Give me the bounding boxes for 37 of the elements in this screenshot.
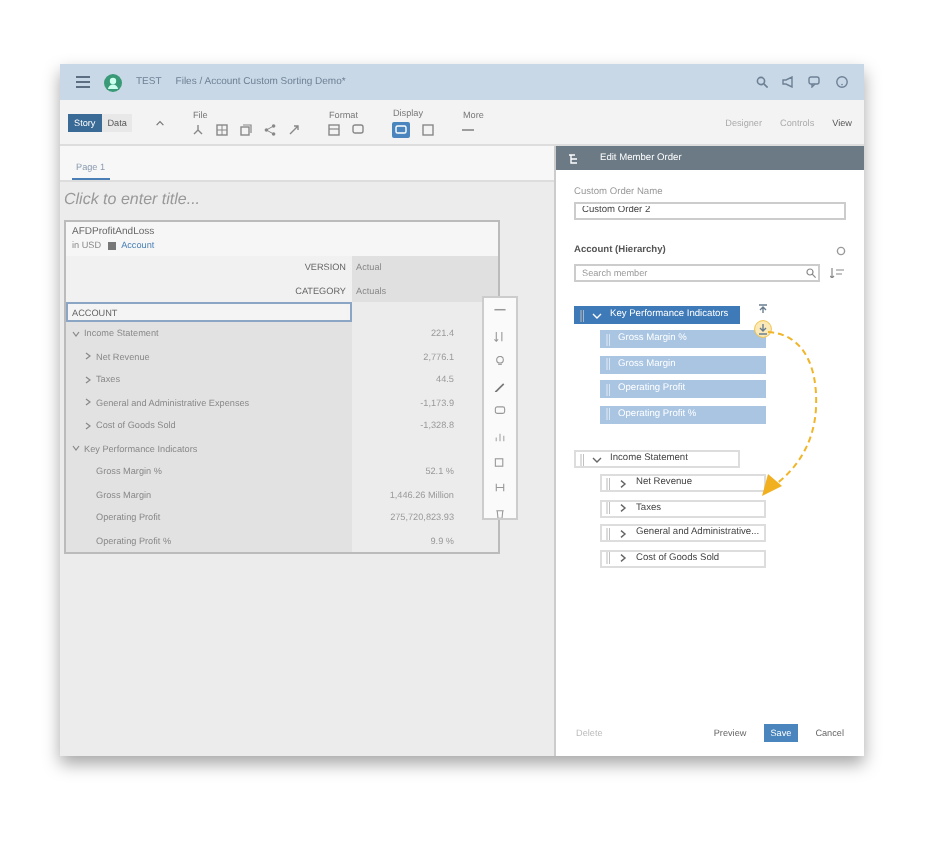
chevron-right-icon[interactable]: [84, 398, 92, 407]
copy-icon[interactable]: [240, 123, 253, 135]
collapse-icon[interactable]: [156, 119, 165, 125]
chevron-right-icon[interactable]: [618, 479, 628, 487]
search-icon[interactable]: [756, 76, 768, 88]
expand-icon[interactable]: [288, 123, 301, 135]
copy-icon[interactable]: [494, 456, 506, 468]
chevron-down-icon[interactable]: [72, 444, 80, 453]
menu-icon[interactable]: [76, 76, 90, 88]
move-top-icon[interactable]: [758, 304, 768, 314]
sort-icon[interactable]: [494, 331, 506, 343]
move-down-icon[interactable]: [754, 320, 772, 338]
grid-icon[interactable]: [216, 123, 229, 135]
bulb-icon[interactable]: [494, 356, 506, 368]
megaphone-icon[interactable]: [782, 76, 794, 88]
pencil-icon[interactable]: [494, 381, 506, 393]
share-icon[interactable]: [264, 123, 277, 135]
help-icon[interactable]: [836, 76, 848, 88]
chevron-right-icon[interactable]: [618, 554, 628, 562]
chevron-right-icon[interactable]: [84, 421, 92, 430]
chevron-right-icon[interactable]: [618, 529, 628, 537]
sort-icon[interactable]: [830, 268, 844, 278]
chat-icon[interactable]: [808, 76, 822, 88]
more-icon[interactable]: [462, 123, 475, 135]
chevron-right-icon[interactable]: [84, 352, 92, 361]
table-icon[interactable]: [328, 123, 341, 135]
chart-icon[interactable]: [494, 431, 506, 443]
chevron-right-icon[interactable]: [84, 375, 92, 384]
chevron-down-icon[interactable]: [592, 455, 602, 463]
title-placeholder[interactable]: Click to enter title...: [64, 190, 554, 210]
avatar-icon[interactable]: [104, 73, 122, 91]
search-icon[interactable]: [806, 268, 816, 278]
filter-icon[interactable]: [107, 241, 116, 249]
trash-icon[interactable]: [494, 507, 506, 519]
chevron-right-icon[interactable]: [618, 504, 628, 512]
chevron-down-icon[interactable]: [72, 329, 80, 338]
frame-icon[interactable]: [422, 123, 435, 135]
